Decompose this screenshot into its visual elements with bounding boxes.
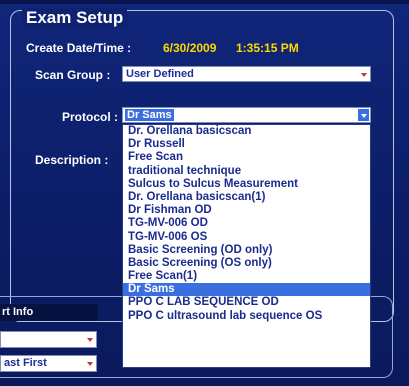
protocol-option[interactable]: Free Scan xyxy=(123,151,370,164)
chevron-down-icon xyxy=(87,362,93,366)
patient-info-header: rt Info xyxy=(0,304,98,321)
create-datetime-label: Create Date/Time : xyxy=(26,41,132,55)
patient-select-1[interactable] xyxy=(0,331,97,348)
protocol-option[interactable]: Basic Screening (OD only) xyxy=(123,244,370,257)
protocol-option[interactable]: PPO C ultrasound lab sequence OS xyxy=(123,310,370,323)
protocol-dropdown-list[interactable]: Dr. Orellana basicscan Dr Russell Free Sca… xyxy=(122,124,371,368)
protocol-option[interactable]: Sulcus to Sulcus Measurement xyxy=(123,178,370,191)
top-panel-edge xyxy=(0,0,409,4)
protocol-dropdown-button[interactable] xyxy=(358,109,369,121)
name-order-select[interactable]: ast First xyxy=(0,355,97,372)
protocol-option[interactable]: Dr. Orellana basicscan(1) xyxy=(123,191,370,204)
protocol-value: Dr Sams xyxy=(125,109,174,121)
name-order-dropdown-button[interactable] xyxy=(84,357,95,369)
protocol-label: Protocol : xyxy=(62,110,118,124)
protocol-option[interactable]: Free Scan(1) xyxy=(123,270,370,283)
protocol-option[interactable]: PPO C LAB SEQUENCE OD xyxy=(123,296,370,309)
chevron-down-icon xyxy=(87,338,93,342)
patient-select-1-dropdown-button[interactable] xyxy=(84,333,95,345)
exam-setup-title: Exam Setup xyxy=(22,8,128,28)
protocol-option[interactable]: Dr Fishman OD xyxy=(123,204,370,217)
protocol-option[interactable]: TG-MV-006 OS xyxy=(123,231,370,244)
protocol-select[interactable]: Dr Sams xyxy=(122,107,371,123)
protocol-option[interactable]: Dr Russell xyxy=(123,138,370,151)
protocol-option[interactable]: Dr Sams xyxy=(123,283,370,297)
protocol-option[interactable]: traditional technique xyxy=(123,165,370,178)
scan-group-value: User Defined xyxy=(126,68,194,80)
scan-group-label: Scan Group : xyxy=(35,68,111,82)
scan-group-select[interactable]: User Defined xyxy=(122,66,371,82)
description-label: Description : xyxy=(35,153,109,167)
chevron-down-icon xyxy=(361,114,367,118)
scan-group-dropdown-button[interactable] xyxy=(358,68,369,80)
chevron-down-icon xyxy=(361,73,367,77)
protocol-option[interactable]: Dr. Orellana basicscan xyxy=(123,125,370,138)
protocol-option[interactable]: Basic Screening (OS only) xyxy=(123,257,370,270)
name-order-value: ast First xyxy=(4,357,47,369)
protocol-option[interactable]: TG-MV-006 OD xyxy=(123,217,370,230)
create-date-value: 6/30/2009 xyxy=(163,41,217,55)
create-time-value: 1:35:15 PM xyxy=(236,41,299,55)
